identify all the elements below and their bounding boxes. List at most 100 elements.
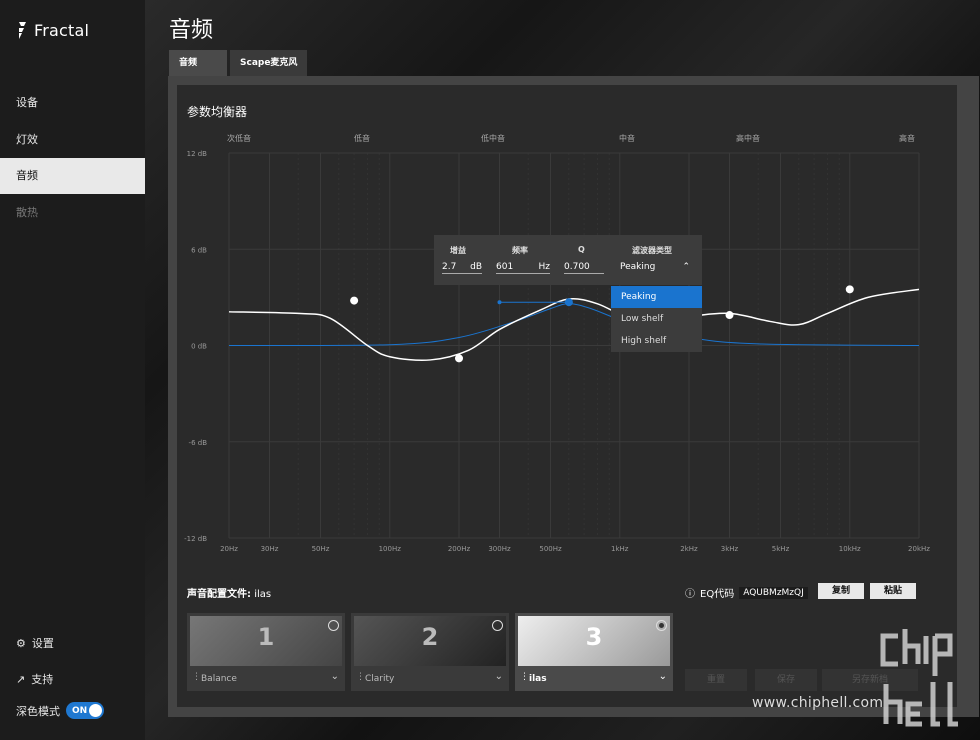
db-tick-label: 0 dB [191,343,207,351]
freq-tick-label: 1kHz [611,545,629,553]
tab-audio[interactable]: 音频 [169,50,227,76]
paste-button[interactable]: 粘贴 [870,583,916,599]
filter-option-low-shelf[interactable]: Low shelf [611,308,702,330]
q-value: 0.700 [564,262,590,272]
brand-name: Fractal [34,20,90,40]
drag-handle-icon[interactable]: ⋮ [520,672,529,682]
selected-band-curve [228,303,920,347]
audio-panel: 参数均衡器 次低音 低音 低中音 中音 高中音 高音 12 dB 6 dB 0 dB -6 dB -… [168,76,979,717]
q-handle-dot [497,300,502,305]
db-tick-label: -6 dB [189,439,208,447]
filter-type-value: Peaking [620,262,656,272]
support-label: 支持 [31,673,54,686]
eq-band-point[interactable] [350,296,359,305]
chevron-down-icon[interactable]: ⌄ [659,671,667,682]
radio-button-selected[interactable] [656,620,667,631]
freq-tick-label: 10kHz [839,545,861,553]
toggle-knob [89,704,102,717]
filter-type-label: 滤波器类型 [632,246,672,255]
eq-graph[interactable]: 次低音 低音 低中音 中音 高中音 高音 12 dB 6 dB 0 dB -6 dB -12 dB 2… [177,85,957,555]
gain-label: 增益 [450,246,466,255]
sidebar-item-audio[interactable]: 音频 [0,158,145,194]
filter-type-dropdown: Peaking Low shelf High shelf [611,286,702,352]
filter-option-peaking[interactable]: Peaking [611,286,702,308]
q-input[interactable]: 0.700 [564,262,604,274]
gear-icon: ⚙ [16,636,26,650]
freq-tick-label: 100Hz [379,545,402,553]
drag-handle-icon[interactable]: ⋮ [192,672,201,682]
support-link[interactable]: ↗ 支持 [16,671,53,687]
dark-mode-row: 深色模式 ON [16,702,104,719]
eq-band-point[interactable] [845,285,854,294]
eq-code-value[interactable]: AQUBMzMzQJ [739,586,808,599]
save-button[interactable]: 保存 [755,669,817,691]
dark-mode-label: 深色模式 [16,704,60,718]
radio-button[interactable] [328,620,339,631]
dark-mode-toggle[interactable]: ON [66,702,104,719]
db-tick-label: 6 dB [191,246,207,254]
chiphell-logo [880,629,958,727]
profile-label: 声音配置文件: [187,589,251,600]
db-tick-label: -12 dB [184,535,207,543]
reset-button[interactable]: 重置 [685,669,747,691]
sidebar: Fractal 设备 灯效 音频 散热 ⚙ 设置 ↗ 支持 深色模式 ON [0,0,145,740]
profile-card-1[interactable]: 1 ⋮ Balance ⌄ [187,613,345,691]
freq-tick-label: 2kHz [680,545,698,553]
freq-value: 601 [496,262,514,272]
chevron-down-icon[interactable]: ⌄ [495,671,503,682]
toggle-state: ON [72,705,88,716]
eq-band-point[interactable] [725,311,734,320]
info-icon: ⓘ [685,589,695,600]
eq-code-row: ⓘ EQ代码 AQUBMzMzQJ [685,585,808,600]
band-label: 低音 [354,133,370,143]
profile-label-row: 声音配置文件: ilas [187,585,271,600]
profile-name: ilas [529,674,547,684]
freq-input[interactable]: 601 Hz [496,262,550,274]
sidebar-item-lighting[interactable]: 灯效 [0,122,145,158]
sidebar-item-devices[interactable]: 设备 [0,85,145,121]
chevron-up-icon: ⌃ [682,262,690,272]
main-content: 音频 音频 Scape麦克风 参数均衡器 次低音 低音 低中音 中音 高中音 高音 12 d… [145,0,980,740]
eq-response-curve [228,288,920,361]
external-link-icon: ↗ [16,672,26,686]
band-label: 高中音 [736,133,760,143]
profile-card-3[interactable]: 3 ⋮ ilas ⌄ [515,613,673,691]
chevron-down-icon[interactable]: ⌄ [331,671,339,682]
copy-button[interactable]: 复制 [818,583,864,599]
profile-name: Balance [201,674,237,684]
profile-number: 3 [585,623,603,651]
sidebar-item-cooling[interactable]: 散热 [0,195,145,231]
profile-card-2[interactable]: 2 ⋮ Clarity ⌄ [351,613,509,691]
fractal-logo: Fractal [16,20,89,40]
freq-tick-label: 50Hz [312,545,330,553]
profile-number: 2 [421,623,439,651]
gain-value: 2.7 [442,262,457,272]
eq-panel: 参数均衡器 次低音 低音 低中音 中音 高中音 高音 12 dB 6 dB 0 dB -6 dB -… [177,85,957,707]
tab-scape-mic[interactable]: Scape麦克风 [230,50,308,76]
radio-button[interactable] [492,620,503,631]
page-title: 音频 [169,18,214,43]
fractal-logo-icon [19,22,26,39]
drag-handle-icon[interactable]: ⋮ [356,672,365,682]
band-label: 中音 [619,133,635,143]
gain-input[interactable]: 2.7 dB [442,262,482,274]
settings-link[interactable]: ⚙ 设置 [16,635,54,651]
freq-tick-label: 30Hz [261,545,279,553]
q-label: Q [578,245,585,254]
band-editor-popup: 增益 频率 Q 滤波器类型 2.7 dB 601 Hz 0.700 Peakin… [434,235,702,285]
eq-band-point[interactable] [564,298,573,307]
app-window: Fractal 设备 灯效 音频 散热 ⚙ 设置 ↗ 支持 深色模式 ON 音频… [0,0,980,740]
gain-unit: dB [470,262,482,272]
band-label: 低中音 [481,133,505,143]
filter-option-high-shelf[interactable]: High shelf [611,330,702,352]
db-tick-label: 12 dB [187,150,208,158]
eq-band-point[interactable] [455,354,463,363]
filter-type-select[interactable]: Peaking ⌃ [620,262,690,273]
profile-current: ilas [254,589,272,600]
freq-tick-label: 20kHz [908,545,930,553]
freq-tick-label: 3kHz [721,545,739,553]
freq-tick-label: 200Hz [448,545,471,553]
freq-tick-label: 5kHz [772,545,790,553]
freq-unit: Hz [538,262,551,272]
profile-number: 1 [257,623,275,651]
